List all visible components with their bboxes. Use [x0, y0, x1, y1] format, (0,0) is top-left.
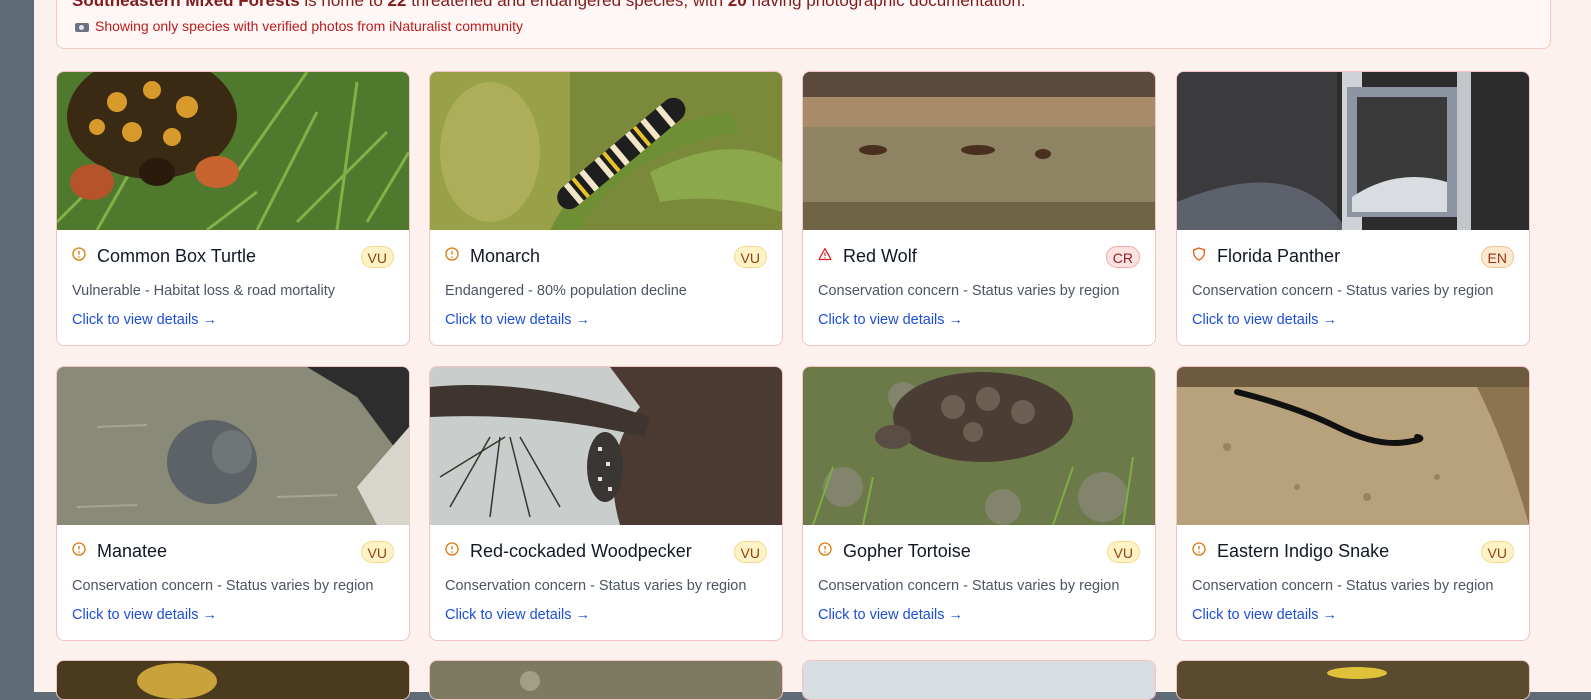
info-circle-icon — [445, 247, 459, 261]
species-name: Monarch — [470, 246, 541, 266]
status-badge: VU — [1480, 541, 1514, 563]
status-badge: CR — [1105, 246, 1140, 268]
photo-note: Showing only species with verified photo… — [75, 18, 523, 34]
species-description: Conservation concern - Status varies by … — [72, 578, 374, 594]
species-card-gopher-tortoise[interactable]: Gopher Tortoise VU Conservation concern … — [802, 366, 1156, 641]
species-photo — [803, 367, 1155, 525]
photo-note-text: Showing only species with verified photo… — [95, 18, 523, 34]
species-photo — [57, 661, 409, 699]
info-circle-icon — [445, 542, 459, 556]
species-photo — [1177, 72, 1529, 230]
species-description: Conservation concern - Status varies by … — [445, 578, 747, 594]
species-card-eastern-indigo-snake[interactable]: Eastern Indigo Snake VU Conservation con… — [1176, 366, 1530, 641]
card-title-row: Eastern Indigo Snake VU — [1192, 539, 1514, 565]
card-title-row: Gopher Tortoise VU — [818, 539, 1140, 565]
species-description: Conservation concern - Status varies by … — [818, 578, 1120, 594]
card-title-row: Red-cockaded Woodpecker VU — [445, 539, 767, 565]
species-name: Common Box Turtle — [97, 246, 257, 266]
info-circle-icon — [72, 542, 86, 556]
species-card-red-cockaded-woodpecker[interactable]: Red-cockaded Woodpecker VU Conservation … — [429, 366, 783, 641]
species-description: Endangered - 80% population decline — [445, 283, 687, 299]
species-name: Florida Panther — [1217, 246, 1341, 266]
card-title-row: Manatee VU — [72, 539, 394, 565]
photo-count: 20 — [727, 0, 747, 10]
species-card-monarch[interactable]: Monarch VU Endangered - 80% population d… — [429, 71, 783, 346]
species-photo — [430, 367, 782, 525]
species-photo — [1177, 661, 1529, 699]
species-photo — [1177, 367, 1529, 525]
species-photo — [430, 661, 782, 699]
info-circle-icon — [72, 247, 86, 261]
species-card-common-box-turtle[interactable]: Common Box Turtle VU Vulnerable - Habita… — [56, 71, 410, 346]
view-details-link[interactable]: Click to view details → — [72, 607, 217, 623]
summary-text-part: having photographic documentation. — [746, 0, 1026, 10]
status-badge: VU — [1106, 541, 1140, 563]
species-name: Gopher Tortoise — [843, 541, 971, 561]
status-badge: VU — [360, 541, 394, 563]
status-badge: VU — [733, 246, 767, 268]
shield-icon — [1192, 247, 1206, 261]
view-details-link[interactable]: Click to view details → — [445, 607, 590, 623]
summary-text: Southeastern Mixed Forests is home to 22… — [72, 0, 1026, 11]
species-description: Vulnerable - Habitat loss & road mortali… — [72, 283, 335, 299]
region-summary: Southeastern Mixed Forests is home to 22… — [56, 0, 1551, 49]
species-description: Conservation concern - Status varies by … — [818, 283, 1120, 299]
species-photo — [803, 661, 1155, 699]
threatened-count: 22 — [387, 0, 407, 10]
species-name: Eastern Indigo Snake — [1217, 541, 1390, 561]
species-name: Red Wolf — [843, 246, 917, 266]
species-description: Conservation concern - Status varies by … — [1192, 578, 1494, 594]
species-photo — [57, 367, 409, 525]
species-name: Manatee — [97, 541, 168, 561]
region-name: Southeastern Mixed Forests — [72, 0, 300, 10]
species-card-partial[interactable] — [1176, 660, 1530, 700]
species-card-partial[interactable] — [56, 660, 410, 700]
view-details-link[interactable]: Click to view details → — [818, 312, 963, 328]
species-photo — [803, 72, 1155, 230]
status-badge: VU — [360, 246, 394, 268]
species-description: Conservation concern - Status varies by … — [1192, 283, 1494, 299]
card-title-row: Red Wolf CR — [818, 244, 1140, 270]
species-card-partial[interactable] — [802, 660, 1156, 700]
species-card-manatee[interactable]: Manatee VU Conservation concern - Status… — [56, 366, 410, 641]
view-details-link[interactable]: Click to view details → — [72, 312, 217, 328]
species-name: Red-cockaded Woodpecker — [470, 541, 692, 561]
camera-icon — [75, 21, 89, 32]
summary-text-part: threatened and endangered species, with — [406, 0, 728, 10]
view-details-link[interactable]: Click to view details → — [1192, 312, 1337, 328]
species-photo — [430, 72, 782, 230]
status-badge: VU — [733, 541, 767, 563]
info-circle-icon — [818, 542, 832, 556]
view-details-link[interactable]: Click to view details → — [1192, 607, 1337, 623]
warning-triangle-icon — [818, 247, 832, 261]
species-card-red-wolf[interactable]: Red Wolf CR Conservation concern - Statu… — [802, 71, 1156, 346]
info-circle-icon — [1192, 542, 1206, 556]
card-title-row: Florida Panther EN — [1192, 244, 1514, 270]
view-details-link[interactable]: Click to view details → — [445, 312, 590, 328]
species-card-florida-panther[interactable]: Florida Panther EN Conservation concern … — [1176, 71, 1530, 346]
card-title-row: Monarch VU — [445, 244, 767, 270]
view-details-link[interactable]: Click to view details → — [818, 607, 963, 623]
species-photo — [57, 72, 409, 230]
species-panel: Southeastern Mixed Forests is home to 22… — [34, 0, 1591, 700]
summary-text-part: is home to — [299, 0, 388, 10]
status-badge: EN — [1480, 246, 1514, 268]
species-card-partial[interactable] — [429, 660, 783, 700]
card-title-row: Common Box Turtle VU — [72, 244, 394, 270]
